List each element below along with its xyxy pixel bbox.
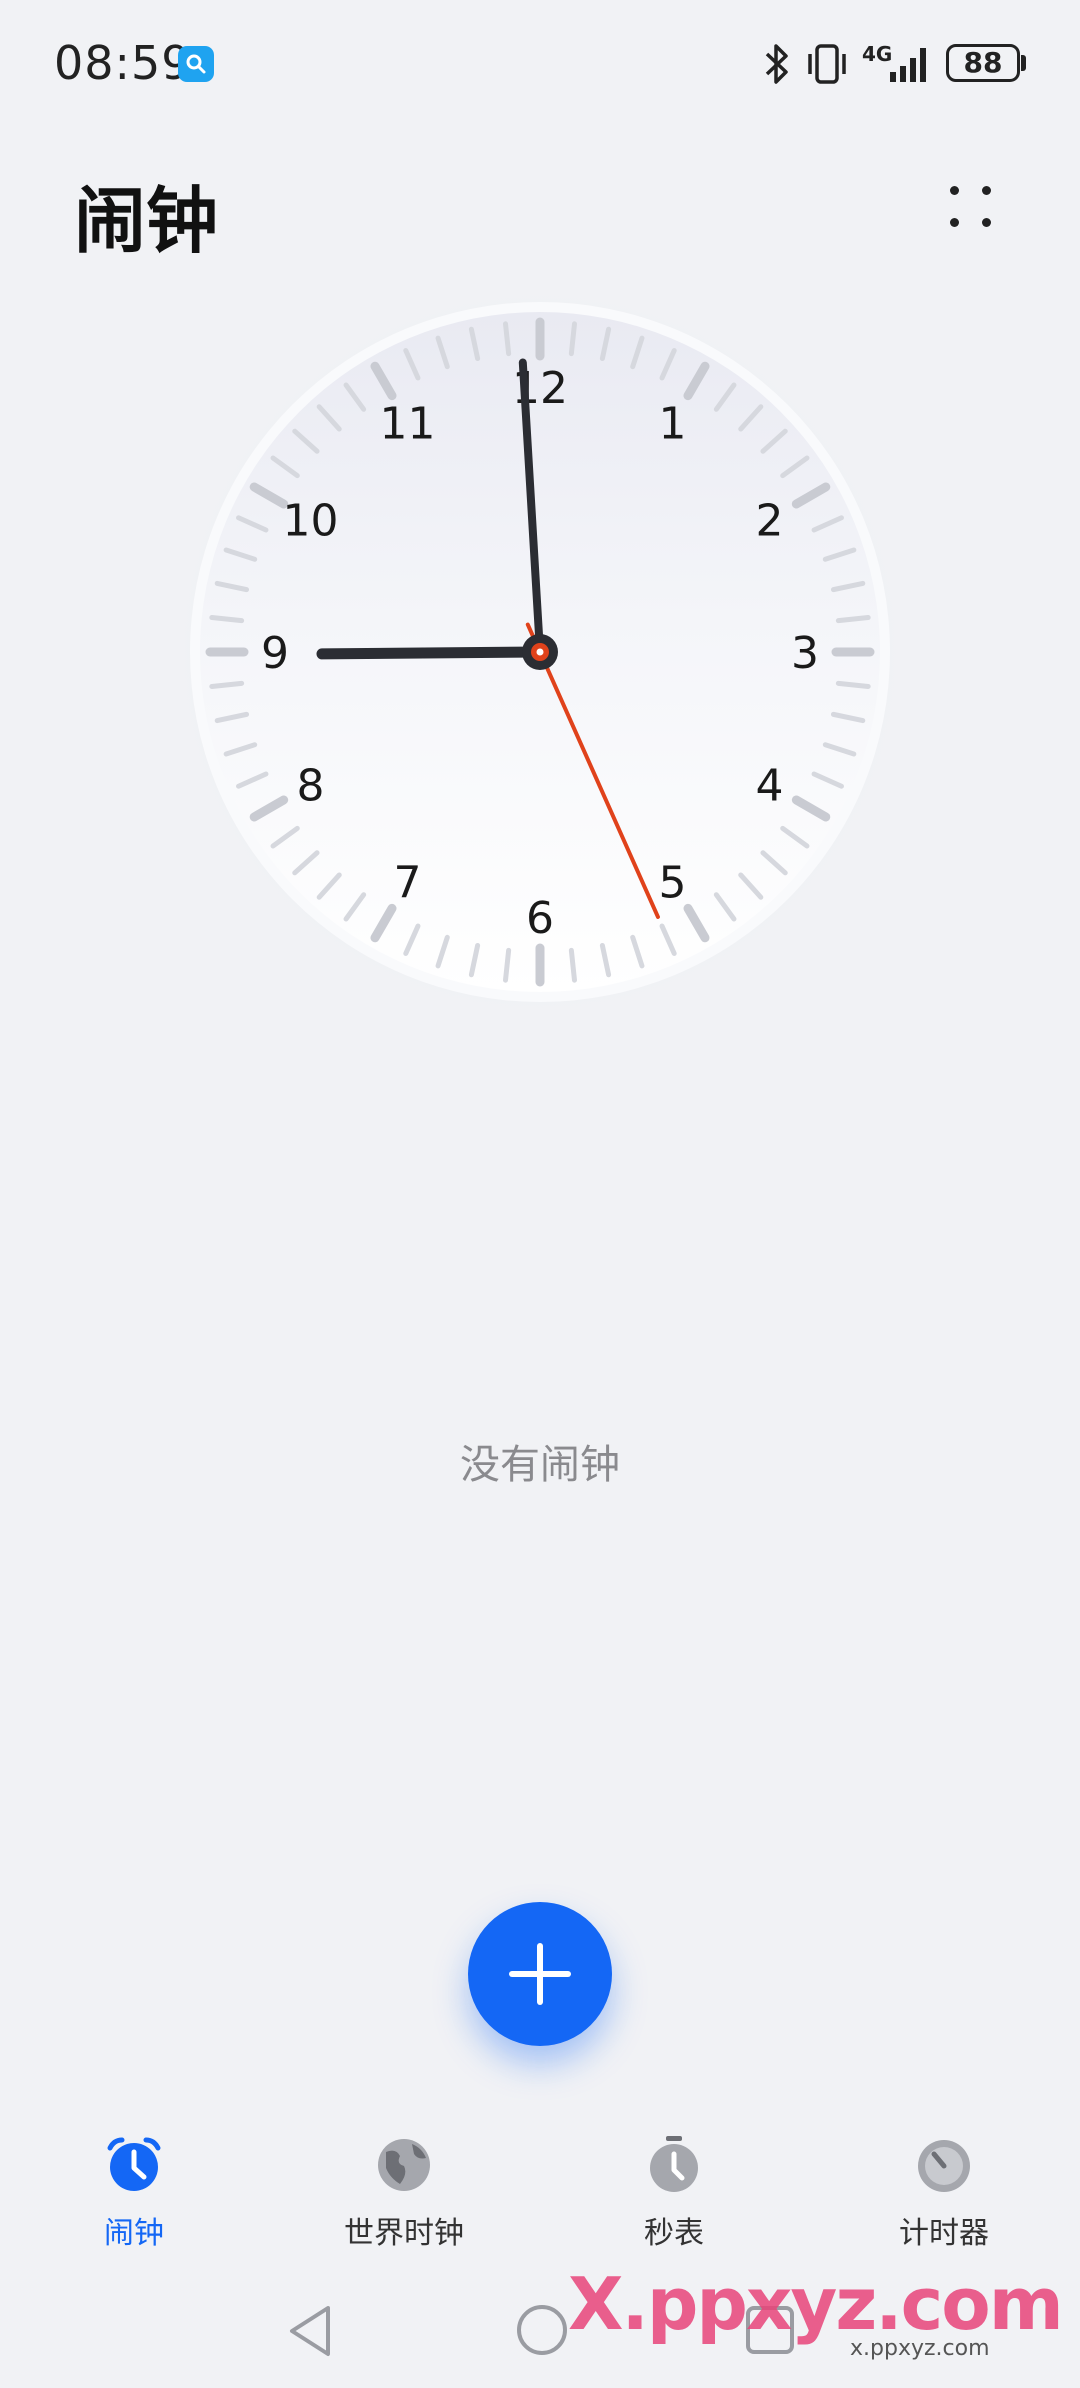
more-dots-icon <box>950 186 959 195</box>
clock-numeral: 3 <box>791 628 819 679</box>
minute-tick <box>503 947 512 983</box>
tab-timer-label: 计时器 <box>899 2216 989 2251</box>
tab-stopwatch-label: 秒表 <box>644 2216 704 2251</box>
analog-clock: 12 1 2 3 4 5 6 7 8 9 10 11 <box>170 282 910 1022</box>
clock-center-pin <box>536 648 544 656</box>
status-bar: 08:59 4G 88 <box>0 0 1080 130</box>
clock-numeral: 10 <box>283 496 339 547</box>
vibrate-icon <box>808 44 846 84</box>
tab-stopwatch[interactable]: 秒表 <box>554 2120 794 2260</box>
clock-numeral: 7 <box>394 857 422 908</box>
battery-icon: 88 <box>946 44 1020 82</box>
minute-tick <box>503 321 512 357</box>
globe-icon <box>378 2139 430 2191</box>
more-options-button[interactable] <box>936 172 1006 242</box>
stopwatch-icon <box>650 2136 698 2192</box>
more-dot <box>982 186 991 195</box>
timer-icon <box>918 2140 970 2192</box>
minute-tick <box>835 615 871 624</box>
watermark: X.ppxyz.com <box>568 2262 1064 2346</box>
status-time: 08:59 <box>54 36 192 90</box>
page-title: 闹钟 <box>74 179 219 263</box>
clock-numeral: 6 <box>526 893 554 944</box>
minute-tick <box>835 680 871 689</box>
minute-tick <box>209 680 245 689</box>
minute-tick <box>568 947 577 983</box>
bluetooth-icon <box>765 44 788 84</box>
more-dot <box>950 218 959 227</box>
more-dot <box>982 218 991 227</box>
plus-icon <box>509 1943 571 2005</box>
clock-numeral: 8 <box>297 761 325 812</box>
back-icon[interactable] <box>284 2302 336 2360</box>
tab-timer[interactable]: 计时器 <box>824 2120 1064 2260</box>
signal-icon <box>890 48 926 82</box>
alarm-clock-icon <box>107 2137 161 2191</box>
bottom-navigation: 闹钟 世界时钟 秒表 计时器 <box>0 2120 1080 2260</box>
clock-numeral: 2 <box>755 496 783 547</box>
watermark-sub: x.ppxyz.com <box>850 2336 990 2361</box>
tab-alarm-label: 闹钟 <box>104 2216 164 2251</box>
clock-numeral: 4 <box>755 761 783 812</box>
battery-tip <box>1021 55 1026 71</box>
search-app-icon <box>178 46 214 82</box>
minute-tick <box>209 615 245 624</box>
tab-alarm[interactable]: 闹钟 <box>14 2120 254 2260</box>
clock-face-svg: 121234567891011 <box>172 284 908 1020</box>
empty-state-text: 没有闹钟 <box>460 1442 620 1488</box>
home-icon[interactable] <box>514 2302 570 2358</box>
tab-world-clock[interactable]: 世界时钟 <box>284 2120 524 2260</box>
minute-tick <box>568 321 577 357</box>
tab-world-clock-label: 世界时钟 <box>344 2216 464 2251</box>
clock-numeral: 11 <box>380 399 436 450</box>
add-alarm-button[interactable] <box>468 1902 612 2046</box>
clock-numeral: 9 <box>261 628 289 679</box>
clock-numeral: 5 <box>659 857 687 908</box>
hour-hand <box>316 646 546 660</box>
clock-numeral: 1 <box>659 399 687 450</box>
